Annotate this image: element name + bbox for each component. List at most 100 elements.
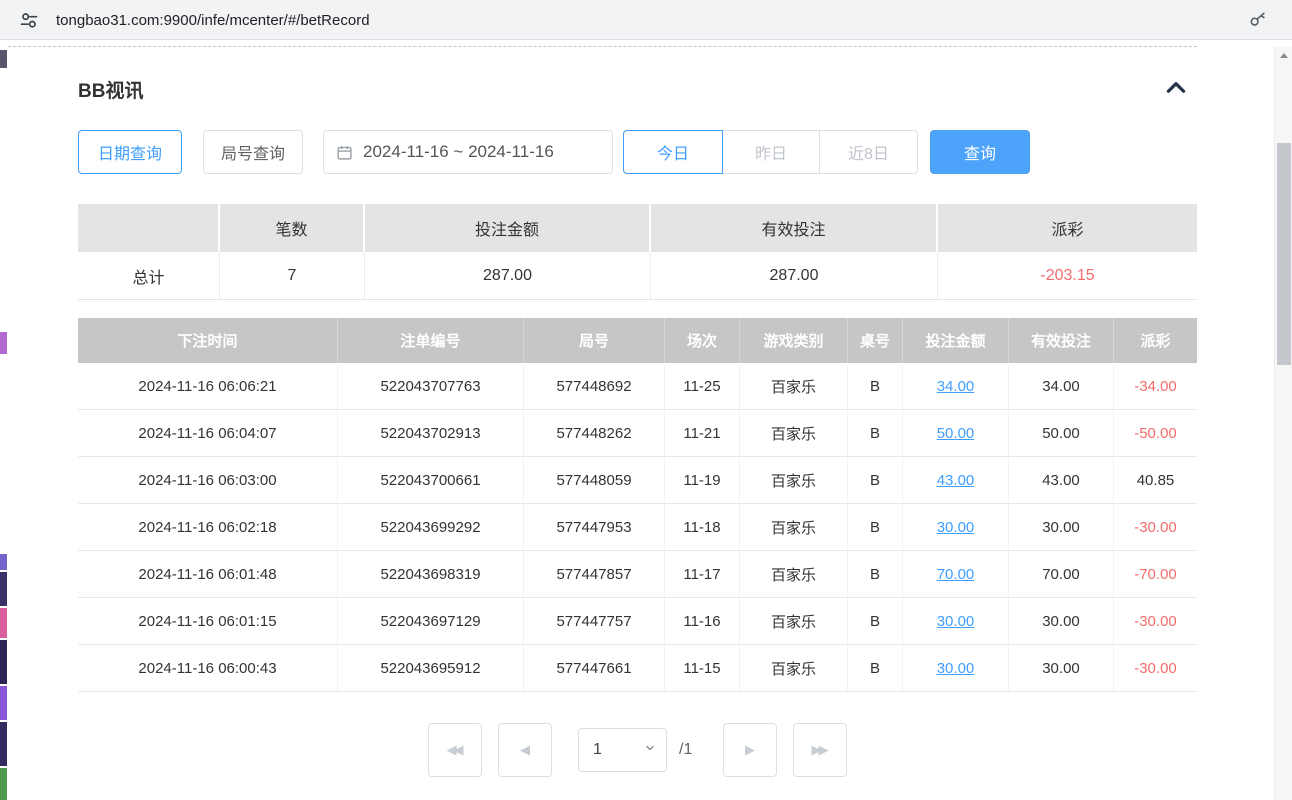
bet-amount-link[interactable]: 43.00: [937, 472, 975, 489]
table-no-cell: B: [848, 363, 903, 409]
table-row: 2024-11-16 06:04:07 522043702913 5774482…: [78, 410, 1197, 457]
session-cell: 11-19: [665, 457, 740, 503]
game-type-cell: 百家乐: [740, 457, 848, 503]
order-no-cell: 522043700661: [338, 457, 524, 503]
valid-bet-cell: 50.00: [1009, 410, 1114, 456]
url-text[interactable]: tongbao31.com:9900/infe/mcenter/#/betRec…: [56, 0, 370, 40]
col-table-no: 桌号: [848, 318, 903, 363]
date-range-input[interactable]: 2024-11-16 ~ 2024-11-16: [323, 130, 613, 174]
bet-amount-link[interactable]: 30.00: [937, 613, 975, 630]
last-8-days-button[interactable]: 近8日: [819, 130, 918, 174]
table-no-cell: B: [848, 551, 903, 597]
order-no-cell: 522043702913: [338, 410, 524, 456]
bet-amount-link[interactable]: 50.00: [937, 425, 975, 442]
order-no-cell: 522043697129: [338, 598, 524, 644]
table-no-cell: B: [848, 598, 903, 644]
bet-amount-cell: 30.00: [903, 598, 1009, 644]
bet-amount-link[interactable]: 70.00: [937, 566, 975, 583]
summary-total-label: 总计: [78, 252, 220, 299]
bet-amount-cell: 30.00: [903, 504, 1009, 550]
col-session: 场次: [665, 318, 740, 363]
yesterday-button[interactable]: 昨日: [722, 130, 820, 174]
collapse-chevron-icon[interactable]: [1160, 72, 1192, 104]
summary-header-row: 笔数 投注金额 有效投注 派彩: [78, 204, 1197, 252]
col-bet-time: 下注时间: [78, 318, 338, 363]
round-no-cell: 577447857: [524, 551, 665, 597]
first-page-icon: ◀◀: [447, 742, 461, 758]
valid-bet-cell: 30.00: [1009, 504, 1114, 550]
background-fragment: [0, 686, 7, 720]
round-no-cell: 577447953: [524, 504, 665, 550]
summary-header-count: 笔数: [220, 204, 365, 252]
order-no-cell: 522043699292: [338, 504, 524, 550]
bet-time-cell: 2024-11-16 06:04:07: [78, 410, 338, 456]
bet-time-cell: 2024-11-16 06:02:18: [78, 504, 338, 550]
payout-cell: -50.00: [1114, 410, 1197, 456]
table-row: 2024-11-16 06:00:43 522043695912 5774476…: [78, 645, 1197, 692]
search-button[interactable]: 查询: [930, 130, 1030, 174]
valid-bet-cell: 70.00: [1009, 551, 1114, 597]
next-page-button[interactable]: ▶: [723, 723, 777, 777]
first-page-button[interactable]: ◀◀: [428, 723, 482, 777]
order-no-cell: 522043698319: [338, 551, 524, 597]
bet-amount-cell: 50.00: [903, 410, 1009, 456]
background-fragment: [0, 554, 7, 570]
round-no-cell: 577448692: [524, 363, 665, 409]
payout-cell: 40.85: [1114, 457, 1197, 503]
scroll-up-arrow-icon[interactable]: [1275, 47, 1292, 64]
bet-amount-link[interactable]: 34.00: [937, 378, 975, 395]
col-valid-bet: 有效投注: [1009, 318, 1114, 363]
today-button[interactable]: 今日: [623, 130, 723, 174]
background-fragment: [0, 768, 7, 800]
page-select-value: 1: [593, 741, 644, 759]
bet-time-cell: 2024-11-16 06:00:43: [78, 645, 338, 691]
col-game-type: 游戏类别: [740, 318, 848, 363]
bet-time-cell: 2024-11-16 06:03:00: [78, 457, 338, 503]
prev-page-button[interactable]: ◀: [498, 723, 552, 777]
game-type-cell: 百家乐: [740, 551, 848, 597]
order-no-cell: 522043695912: [338, 645, 524, 691]
site-info-icon[interactable]: [19, 10, 39, 30]
last-page-icon: ▶▶: [812, 742, 826, 758]
bet-time-cell: 2024-11-16 06:01:48: [78, 551, 338, 597]
game-type-cell: 百家乐: [740, 645, 848, 691]
table-no-cell: B: [848, 504, 903, 550]
session-cell: 11-18: [665, 504, 740, 550]
background-fragment: [0, 722, 7, 766]
next-page-icon: ▶: [745, 742, 752, 758]
date-range-value: 2024-11-16 ~ 2024-11-16: [363, 142, 554, 162]
round-no-cell: 577448262: [524, 410, 665, 456]
payout-cell: -30.00: [1114, 598, 1197, 644]
summary-payout-value: -203.15: [938, 252, 1197, 299]
table-no-cell: B: [848, 645, 903, 691]
game-type-cell: 百家乐: [740, 598, 848, 644]
scrollbar-thumb[interactable]: [1277, 143, 1291, 365]
browser-address-bar[interactable]: tongbao31.com:9900/infe/mcenter/#/betRec…: [0, 0, 1292, 40]
bet-amount-cell: 30.00: [903, 645, 1009, 691]
summary-total-row: 总计 7 287.00 287.00 -203.15: [78, 252, 1197, 300]
table-row: 2024-11-16 06:01:15 522043697129 5774477…: [78, 598, 1197, 645]
background-fragment: [0, 50, 7, 68]
background-fragment: [0, 640, 7, 684]
payout-cell: -70.00: [1114, 551, 1197, 597]
date-query-button[interactable]: 日期查询: [78, 130, 182, 174]
round-query-button[interactable]: 局号查询: [203, 130, 303, 174]
summary-header-bet-amount: 投注金额: [365, 204, 651, 252]
bet-amount-link[interactable]: 30.00: [937, 519, 975, 536]
bet-amount-cell: 70.00: [903, 551, 1009, 597]
background-fragment: [0, 332, 7, 354]
col-bet-amount: 投注金额: [903, 318, 1009, 363]
bet-amount-link[interactable]: 30.00: [937, 660, 975, 677]
last-page-button[interactable]: ▶▶: [793, 723, 847, 777]
page-total-label: /1: [679, 728, 692, 772]
background-fragment: [0, 572, 7, 606]
screen: tongbao31.com:9900/infe/mcenter/#/betRec…: [0, 0, 1292, 800]
page-select[interactable]: 1: [578, 728, 667, 772]
chevron-down-icon: [644, 741, 656, 759]
table-row: 2024-11-16 06:02:18 522043699292 5774479…: [78, 504, 1197, 551]
password-key-icon[interactable]: [1248, 10, 1268, 30]
table-no-cell: B: [848, 457, 903, 503]
game-type-cell: 百家乐: [740, 504, 848, 550]
round-no-cell: 577448059: [524, 457, 665, 503]
vertical-scrollbar[interactable]: [1274, 47, 1292, 800]
